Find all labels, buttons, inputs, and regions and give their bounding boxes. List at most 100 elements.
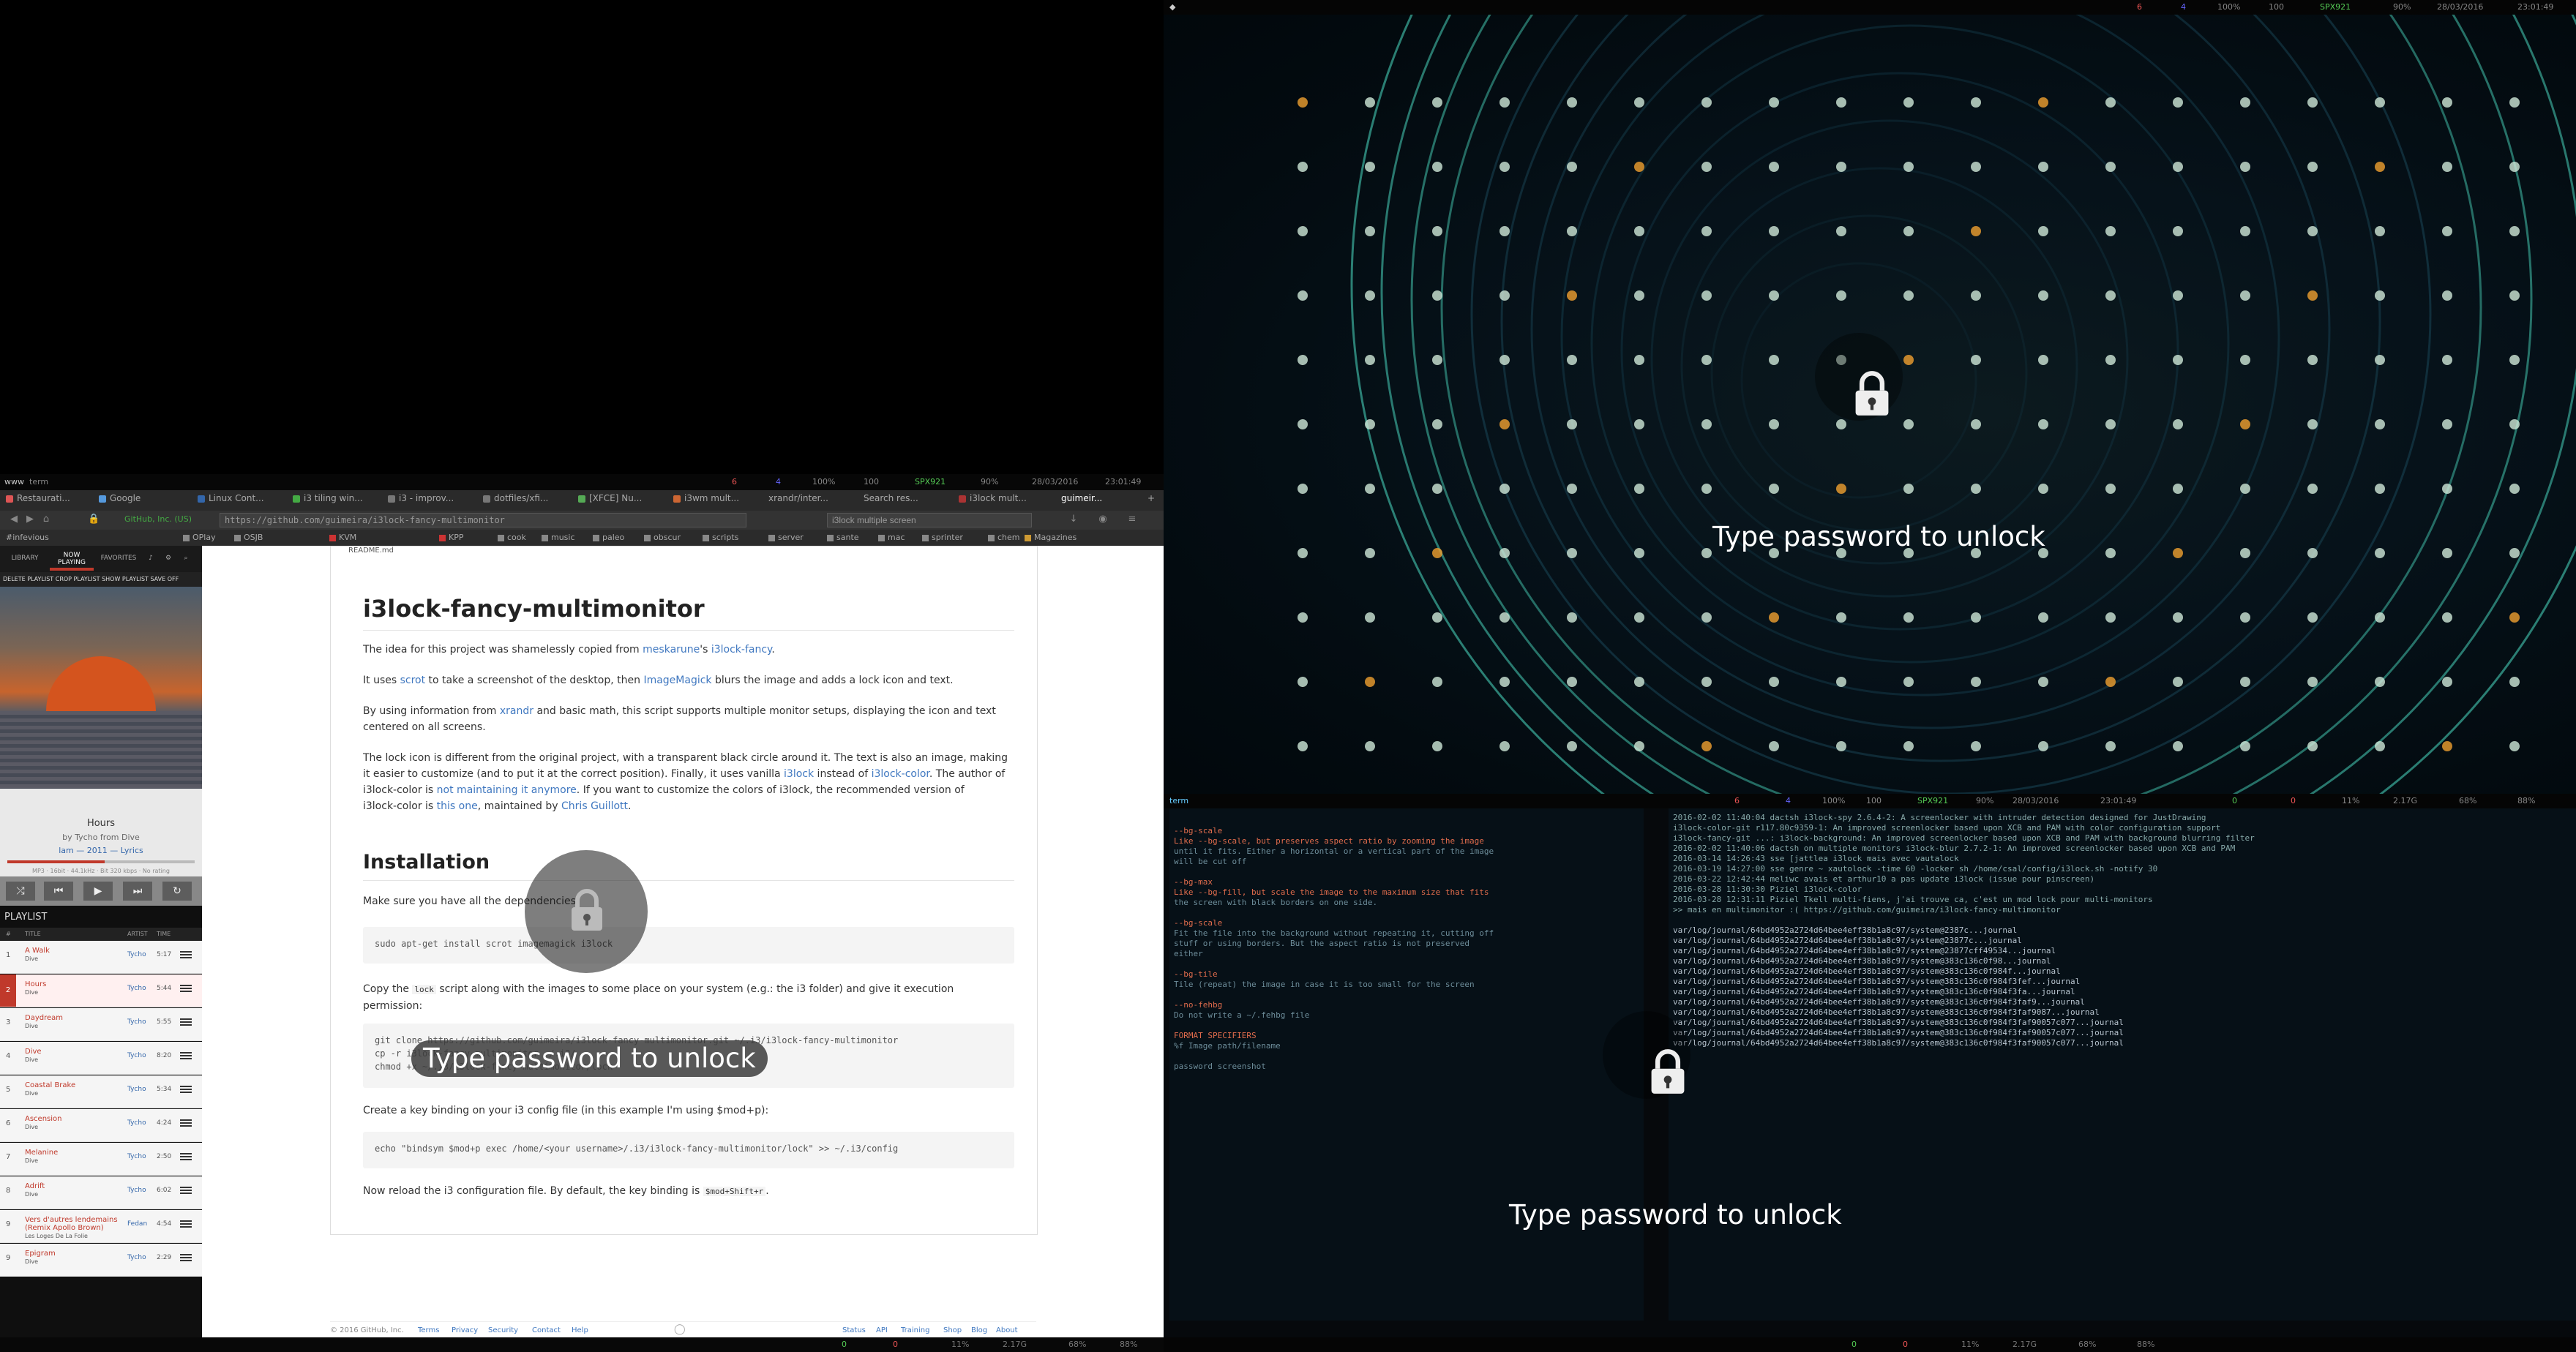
link-i3lock-fancy[interactable]: i3lock-fancy: [711, 644, 771, 656]
playlist-row-artist[interactable]: Tycho: [127, 1086, 146, 1093]
playlist-row[interactable]: 2 Hours Dive Tycho 5:44: [0, 974, 202, 1007]
playlist-row-artist[interactable]: Tycho: [127, 1187, 146, 1194]
playlist-row-artist[interactable]: Fedan: [127, 1220, 147, 1228]
link-i3lock[interactable]: i3lock: [784, 768, 814, 780]
track-progress-bar[interactable]: [7, 860, 195, 863]
browser-tab[interactable]: Search res...: [864, 493, 948, 508]
tab-now-playing[interactable]: NOW PLAYING: [50, 552, 94, 571]
playlist-row-artist[interactable]: Tycho: [127, 1119, 146, 1127]
home-icon[interactable]: ⌂: [41, 514, 51, 525]
playlist-row-artist[interactable]: Tycho: [127, 1052, 146, 1059]
footer-link[interactable]: API: [876, 1326, 888, 1334]
row-menu-icon[interactable]: [180, 1254, 192, 1261]
row-menu-icon[interactable]: [180, 1220, 192, 1228]
row-menu-icon[interactable]: [180, 1187, 192, 1194]
row-menu-icon[interactable]: [180, 1119, 192, 1127]
workspace-term[interactable]: term: [29, 477, 48, 487]
link-this-one[interactable]: this one: [437, 800, 478, 812]
browser-tab[interactable]: [XFCE] Nu...: [578, 493, 662, 508]
playlist-row[interactable]: 7 Melanine Dive Tycho 2:50: [0, 1143, 202, 1176]
playlist-row[interactable]: 9 Epigram Dive Tycho 2:29: [0, 1244, 202, 1277]
terminal-irc-log[interactable]: 2016-02-02 11:40:04 dactsh i3lock-spy 2.…: [1669, 808, 2576, 1321]
row-menu-icon[interactable]: [180, 951, 192, 958]
bookmark-item[interactable]: chem: [988, 533, 1020, 542]
bookmark-item[interactable]: server: [768, 533, 804, 542]
forward-icon[interactable]: ▶: [25, 514, 35, 525]
previous-icon[interactable]: ⏮: [44, 882, 73, 901]
browser-tab[interactable]: i3lock mult...: [959, 493, 1054, 508]
play-icon[interactable]: ▶: [83, 882, 113, 901]
shuffle-icon[interactable]: ⤮: [6, 882, 35, 901]
bookmark-item[interactable]: sante: [827, 533, 859, 542]
browser-tab[interactable]: i3wm mult...: [673, 493, 757, 508]
link-scrot[interactable]: scrot: [400, 675, 426, 686]
bookmark-item[interactable]: OSJB: [234, 533, 263, 542]
footer-link[interactable]: Training: [901, 1326, 929, 1334]
bookmark-item[interactable]: KVM: [329, 533, 356, 542]
link-chris-guillott[interactable]: Chris Guillott: [561, 800, 628, 812]
bookmark-item[interactable]: Magazines: [1025, 533, 1077, 542]
back-icon[interactable]: ◀: [9, 514, 19, 525]
playlist-row[interactable]: 9 Vers d'autres lendemains (Remix Apollo …: [0, 1210, 202, 1243]
row-menu-icon[interactable]: [180, 985, 192, 992]
link-xrandr[interactable]: xrandr: [500, 705, 533, 717]
term-title[interactable]: term: [1169, 796, 1188, 805]
playlist-row-artist[interactable]: Tycho: [127, 1018, 146, 1026]
playlist-row[interactable]: 5 Coastal Brake Dive Tycho 5:34: [0, 1075, 202, 1108]
playlist-row[interactable]: 6 Ascension Dive Tycho 4:24: [0, 1109, 202, 1142]
next-icon[interactable]: ⏭: [123, 882, 152, 901]
browser-tab[interactable]: Linux Cont...: [198, 493, 282, 508]
footer-link[interactable]: Help: [572, 1326, 588, 1334]
row-menu-icon[interactable]: [180, 1018, 192, 1026]
url-input[interactable]: [220, 513, 746, 527]
track-subline[interactable]: lam — 2011 — Lyrics: [0, 846, 202, 855]
footer-link[interactable]: Privacy: [452, 1326, 478, 1334]
bookmark-item[interactable]: scripts: [703, 533, 738, 542]
footer-link[interactable]: Shop: [943, 1326, 962, 1334]
download-icon[interactable]: ↓: [1068, 514, 1079, 525]
search-input[interactable]: [827, 513, 1032, 527]
playlist-row[interactable]: 8 Adrift Dive Tycho 6:02: [0, 1176, 202, 1209]
browser-tab[interactable]: xrandr/inter...: [768, 493, 853, 508]
playlist-action-bar[interactable]: DELETE PLAYLIST CROP PLAYLIST SHOW PLAYL…: [0, 572, 202, 587]
footer-link[interactable]: Status: [842, 1326, 866, 1334]
playlist-row[interactable]: 1 A Walk Dive Tycho 5:17: [0, 941, 202, 974]
tab-favorites[interactable]: FAVORITES: [97, 555, 141, 562]
browser-tab[interactable]: dotfiles/xfi...: [483, 493, 567, 508]
browser-tab[interactable]: Google: [99, 493, 183, 508]
row-menu-icon[interactable]: [180, 1086, 192, 1093]
bookmark-item[interactable]: cook: [498, 533, 526, 542]
footer-link[interactable]: Contact: [532, 1326, 561, 1334]
row-menu-icon[interactable]: [180, 1153, 192, 1160]
playlist-row[interactable]: 4 Dive Dive Tycho 8:20: [0, 1042, 202, 1075]
playlist-row[interactable]: 3 Daydream Dive Tycho 5:55: [0, 1008, 202, 1041]
row-menu-icon[interactable]: [180, 1052, 192, 1059]
playlist-row-artist[interactable]: Tycho: [127, 951, 146, 958]
bookmark-item[interactable]: obscur: [644, 533, 681, 542]
footer-link[interactable]: Blog: [971, 1326, 987, 1334]
workspace-indicator[interactable]: ◆: [1169, 2, 1175, 12]
footer-link[interactable]: Security: [488, 1326, 518, 1334]
bookmark-item[interactable]: mac: [878, 533, 905, 542]
bookmark-item[interactable]: KPP: [439, 533, 463, 542]
browser-tab[interactable]: i3 - improv...: [388, 493, 472, 508]
link-i3lock-color[interactable]: i3lock-color: [872, 768, 929, 780]
browser-tab-active[interactable]: guimeir...: [1061, 493, 1138, 508]
pocket-icon[interactable]: ◉: [1098, 514, 1108, 525]
new-tab-button[interactable]: +: [1147, 493, 1159, 508]
tab-library[interactable]: LIBRARY: [3, 555, 47, 562]
bookmark-item[interactable]: music: [542, 533, 575, 542]
playlist-row-artist[interactable]: Tycho: [127, 1254, 146, 1261]
terminal-man-page[interactable]: --bg-scale Like --bg-scale, but preserve…: [1169, 808, 1644, 1321]
playlist-row-artist[interactable]: Tycho: [127, 985, 146, 992]
browser-tab[interactable]: Restaurati...: [6, 493, 90, 508]
volume-icon[interactable]: ♪: [143, 555, 158, 562]
bookmark-item[interactable]: paleo: [593, 533, 624, 542]
browser-tab[interactable]: i3 tiling win...: [293, 493, 377, 508]
github-octocat-icon[interactable]: ◯: [674, 1323, 686, 1335]
link-meskarune[interactable]: meskarune: [643, 644, 700, 656]
bookmark-item[interactable]: #infevious: [6, 533, 49, 542]
gear-icon[interactable]: ⚙: [161, 555, 176, 562]
search-icon[interactable]: ⌕: [179, 555, 193, 562]
bookmark-item[interactable]: sprinter: [922, 533, 963, 542]
